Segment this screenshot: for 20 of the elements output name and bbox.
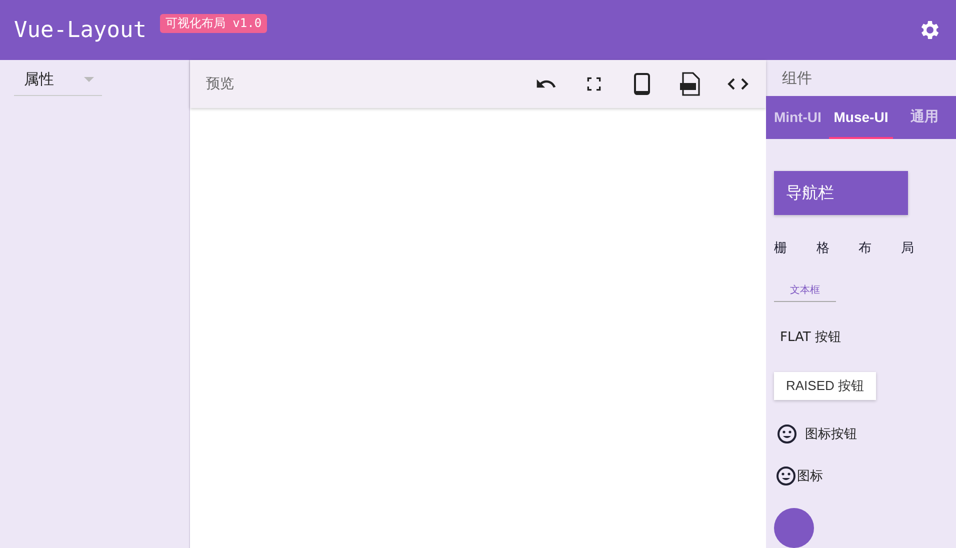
flat-button-component[interactable]: FLAT 按钮 xyxy=(780,328,841,346)
property-select[interactable]: 属性 xyxy=(14,70,102,96)
components-title: 组件 xyxy=(781,68,813,89)
preview-title: 预览 xyxy=(206,75,234,93)
raised-button-component[interactable]: RAISED 按钮 xyxy=(774,372,876,400)
version-badge: 可视化布局 v1.0 xyxy=(160,14,267,33)
grid-cell-text: 格 xyxy=(816,240,830,257)
grid-cell-text: 布 xyxy=(858,240,872,257)
navbar-component[interactable]: 导航栏 xyxy=(774,171,908,215)
smiley-icon xyxy=(776,466,796,486)
icon-label[interactable]: 图标 xyxy=(797,467,823,485)
grid-cell-text: 栅 xyxy=(774,240,787,257)
smiley-icon xyxy=(777,424,797,444)
css-file-icon[interactable] xyxy=(678,72,702,96)
app-title: Vue-Layout xyxy=(14,18,146,42)
text-field-component[interactable]: 文本框 xyxy=(774,283,836,302)
icon-button-label[interactable]: 图标按钮 xyxy=(805,425,857,443)
floating-action-button[interactable] xyxy=(774,508,814,548)
library-tab[interactable]: Muse-UI xyxy=(829,96,893,139)
grid-cell-text: 局 xyxy=(900,240,914,257)
